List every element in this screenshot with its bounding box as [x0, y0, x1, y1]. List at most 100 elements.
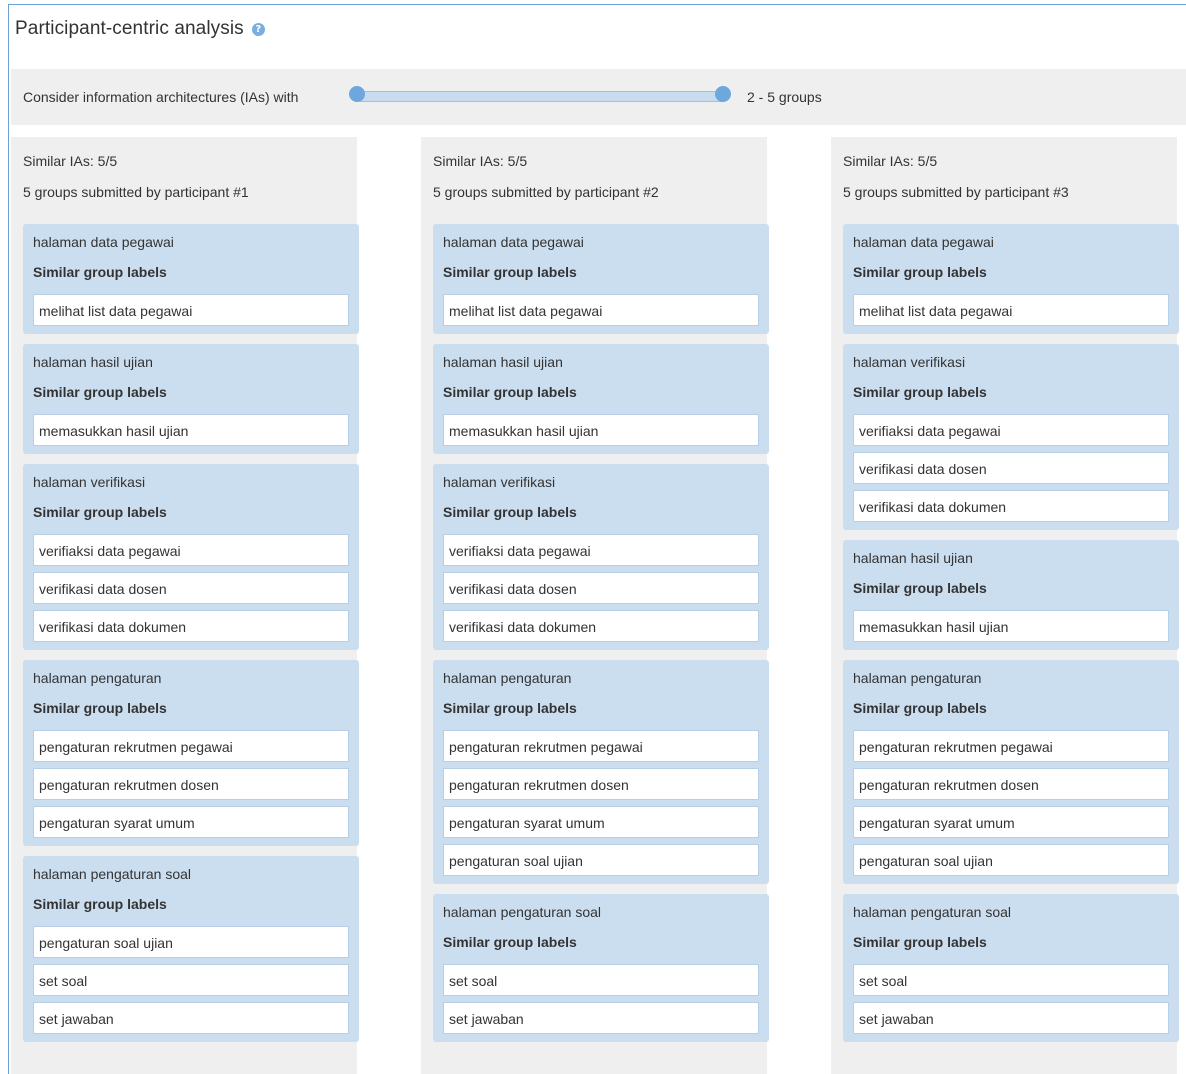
group-label-item: pengaturan rekrutmen pegawai [33, 730, 349, 762]
range-value: 2 - 5 groups [747, 89, 822, 105]
group-label-item: pengaturan rekrutmen dosen [853, 768, 1169, 800]
group-name: halaman pengaturan [33, 670, 162, 686]
group-label-item: set soal [33, 964, 349, 996]
similar-group-labels-heading: Similar group labels [443, 504, 577, 520]
group-label-item: memasukkan hasil ujian [33, 414, 349, 446]
group-name: halaman pengaturan soal [853, 904, 1012, 920]
group-label-item: verifikasi data dokumen [853, 490, 1169, 522]
help-icon[interactable]: ? [251, 22, 265, 36]
group-label-item: pengaturan syarat umum [853, 806, 1169, 838]
group-label-item: verifiaksi data pegawai [443, 534, 759, 566]
slider-max-handle[interactable] [715, 86, 731, 102]
similar-group-labels-heading: Similar group labels [443, 384, 577, 400]
group-label-item: pengaturan soal ujian [853, 844, 1169, 876]
group-name: halaman hasil ujian [443, 354, 563, 370]
participant-column: Similar IAs: 5/5 5 groups submitted by p… [831, 137, 1179, 1074]
group-label-item: verifiaksi data pegawai [33, 534, 349, 566]
group-label-item: pengaturan rekrutmen dosen [443, 768, 759, 800]
group-name: halaman verifikasi [443, 474, 556, 490]
group-label-item: verifikasi data dokumen [33, 610, 349, 642]
group-name: halaman verifikasi [853, 354, 966, 370]
group-name: halaman pengaturan [853, 670, 982, 686]
group-label-item: memasukkan hasil ujian [853, 610, 1169, 642]
group-label-item: verifikasi data dosen [853, 452, 1169, 484]
filter-label: Consider information architectures (IAs)… [23, 89, 299, 105]
similar-group-labels-heading: Similar group labels [33, 264, 167, 280]
group-card: halaman pengaturan soal Similar group lab… [843, 894, 1179, 1042]
similar-ias: Similar IAs: 5/5 [843, 153, 938, 169]
group-label-item: set soal [853, 964, 1169, 996]
group-card: halaman hasil ujian Similar group labels m… [433, 344, 769, 454]
title-row: Participant-centric analysis ? [15, 17, 265, 41]
group-list: halaman data pegawai Similar group labels… [843, 224, 1179, 1052]
group-label-item: verifiaksi data pegawai [853, 414, 1169, 446]
group-card: halaman hasil ujian Similar group labels m… [23, 344, 359, 454]
participant-column: Similar IAs: 5/5 5 groups submitted by p… [11, 137, 359, 1074]
group-label-item: pengaturan syarat umum [443, 806, 759, 838]
similar-ias: Similar IAs: 5/5 [23, 153, 118, 169]
group-label-item: pengaturan soal ujian [33, 926, 349, 958]
group-name: halaman verifikasi [33, 474, 146, 490]
participant-column: Similar IAs: 5/5 5 groups submitted by p… [421, 137, 769, 1074]
similar-group-labels-heading: Similar group labels [33, 504, 167, 520]
group-name: halaman pengaturan soal [443, 904, 602, 920]
participant-subtitle: 5 groups submitted by participant #2 [433, 184, 659, 200]
group-card: halaman verifikasi Similar group labels ve… [23, 464, 359, 650]
similar-group-labels-heading: Similar group labels [33, 700, 167, 716]
similar-group-labels-heading: Similar group labels [443, 700, 577, 716]
group-list: halaman data pegawai Similar group labels… [23, 224, 359, 1052]
similar-group-labels-heading: Similar group labels [443, 934, 577, 950]
group-range-slider[interactable] [355, 91, 727, 102]
group-label-item: pengaturan syarat umum [33, 806, 349, 838]
group-card: halaman pengaturan Similar group labels pe… [433, 660, 769, 884]
similar-group-labels-heading: Similar group labels [33, 896, 167, 912]
similar-group-labels-heading: Similar group labels [853, 934, 987, 950]
group-name: halaman pengaturan [443, 670, 572, 686]
group-name: halaman hasil ujian [853, 550, 973, 566]
group-label-item: set soal [443, 964, 759, 996]
group-label-item: set jawaban [33, 1002, 349, 1034]
similar-group-labels-heading: Similar group labels [853, 700, 987, 716]
group-label-item: melihat list data pegawai [443, 294, 759, 326]
similar-group-labels-heading: Similar group labels [33, 384, 167, 400]
similar-ias: Similar IAs: 5/5 [433, 153, 528, 169]
group-card: halaman data pegawai Similar group labels… [23, 224, 359, 334]
group-card: halaman verifikasi Similar group labels ve… [433, 464, 769, 650]
group-label-item: set jawaban [853, 1002, 1169, 1034]
group-card: halaman data pegawai Similar group labels… [433, 224, 769, 334]
slider-min-handle[interactable] [349, 86, 365, 102]
group-card: halaman hasil ujian Similar group labels m… [843, 540, 1179, 650]
group-list: halaman data pegawai Similar group labels… [433, 224, 769, 1052]
group-label-item: set jawaban [443, 1002, 759, 1034]
group-card: halaman pengaturan Similar group labels pe… [843, 660, 1179, 884]
group-name: halaman data pegawai [33, 234, 174, 250]
participant-subtitle: 5 groups submitted by participant #1 [23, 184, 249, 200]
analysis-panel: Participant-centric analysis ? Consider … [8, 4, 1186, 1074]
group-label-item: pengaturan rekrutmen pegawai [853, 730, 1169, 762]
participant-subtitle: 5 groups submitted by participant #3 [843, 184, 1069, 200]
group-card: halaman data pegawai Similar group labels… [843, 224, 1179, 334]
group-label-item: melihat list data pegawai [853, 294, 1169, 326]
group-card: halaman pengaturan soal Similar group lab… [23, 856, 359, 1042]
page-title: Participant-centric analysis [15, 18, 244, 39]
group-label-item: pengaturan rekrutmen dosen [33, 768, 349, 800]
group-card: halaman verifikasi Similar group labels ve… [843, 344, 1179, 530]
filter-bar: Consider information architectures (IAs)… [11, 69, 1186, 125]
group-label-item: verifikasi data dosen [33, 572, 349, 604]
group-card: halaman pengaturan Similar group labels pe… [23, 660, 359, 846]
group-name: halaman pengaturan soal [33, 866, 192, 882]
group-label-item: verifikasi data dosen [443, 572, 759, 604]
group-label-item: pengaturan soal ujian [443, 844, 759, 876]
similar-group-labels-heading: Similar group labels [443, 264, 577, 280]
group-name: halaman data pegawai [853, 234, 994, 250]
similar-group-labels-heading: Similar group labels [853, 264, 987, 280]
group-label-item: verifikasi data dokumen [443, 610, 759, 642]
similar-group-labels-heading: Similar group labels [853, 580, 987, 596]
similar-group-labels-heading: Similar group labels [853, 384, 987, 400]
group-name: halaman hasil ujian [33, 354, 153, 370]
group-card: halaman pengaturan soal Similar group lab… [433, 894, 769, 1042]
group-label-item: pengaturan rekrutmen pegawai [443, 730, 759, 762]
group-name: halaman data pegawai [443, 234, 584, 250]
group-label-item: melihat list data pegawai [33, 294, 349, 326]
group-label-item: memasukkan hasil ujian [443, 414, 759, 446]
